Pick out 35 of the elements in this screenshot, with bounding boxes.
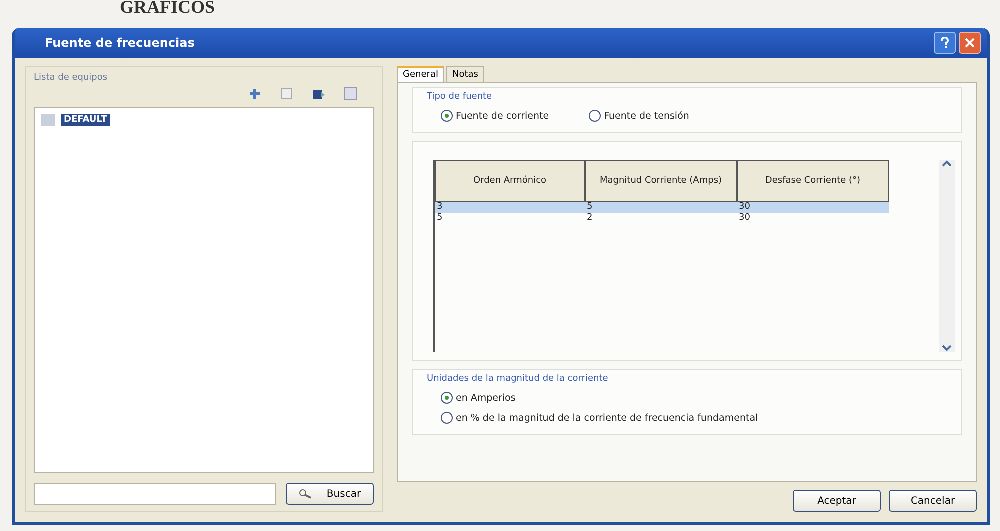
group-label: Tipo de fuente bbox=[427, 92, 494, 102]
radio-option[interactable]: Fuente de corriente bbox=[441, 110, 550, 122]
radio-option[interactable]: Fuente de tensión bbox=[589, 110, 690, 122]
table-cell: 5 bbox=[585, 202, 737, 213]
group-label: Unidades de la magnitud de la corriente bbox=[427, 374, 610, 384]
table-cell: 30 bbox=[737, 202, 889, 213]
search-button[interactable]: Buscar bbox=[286, 483, 374, 505]
list-item[interactable]: DEFAULT bbox=[61, 114, 110, 126]
tab[interactable]: General bbox=[397, 66, 444, 82]
page-heading: GRAFICOS bbox=[119, 0, 216, 19]
add-icon[interactable] bbox=[248, 87, 262, 101]
table-cell-text: 30 bbox=[738, 213, 752, 224]
dialog-button[interactable]: Cancelar bbox=[889, 490, 977, 512]
column-header: Desfase Corriente (°) bbox=[737, 160, 889, 202]
scroll-up-icon[interactable] bbox=[942, 160, 952, 168]
window-title: Fuente de frecuencias bbox=[45, 36, 196, 50]
table-cell-text: 2 bbox=[586, 213, 594, 224]
dialog-button[interactable]: Aceptar bbox=[793, 490, 881, 512]
scrollbar[interactable] bbox=[939, 160, 955, 352]
scroll-down-icon[interactable] bbox=[942, 344, 952, 352]
radio-option[interactable]: en Amperios bbox=[441, 392, 947, 404]
panel-label: Lista de equipos bbox=[34, 73, 109, 83]
search-icon bbox=[298, 489, 313, 499]
column-header: Magnitud Corriente (Amps) bbox=[585, 160, 737, 202]
radio-option[interactable]: en % de la magnitud de la corriente de frecuencia fundamental bbox=[441, 412, 947, 424]
tab[interactable]: Notas bbox=[446, 66, 484, 82]
equipment-icon bbox=[41, 114, 55, 126]
close-icon bbox=[965, 38, 975, 48]
help-button[interactable] bbox=[934, 32, 956, 54]
table-cell-text: 5 bbox=[436, 213, 444, 224]
table-cell: 3 bbox=[435, 202, 585, 213]
close-button[interactable] bbox=[959, 32, 981, 54]
question-mark-icon bbox=[940, 37, 950, 49]
search-field[interactable] bbox=[34, 483, 276, 505]
column-header: Orden Armónico bbox=[435, 160, 585, 202]
